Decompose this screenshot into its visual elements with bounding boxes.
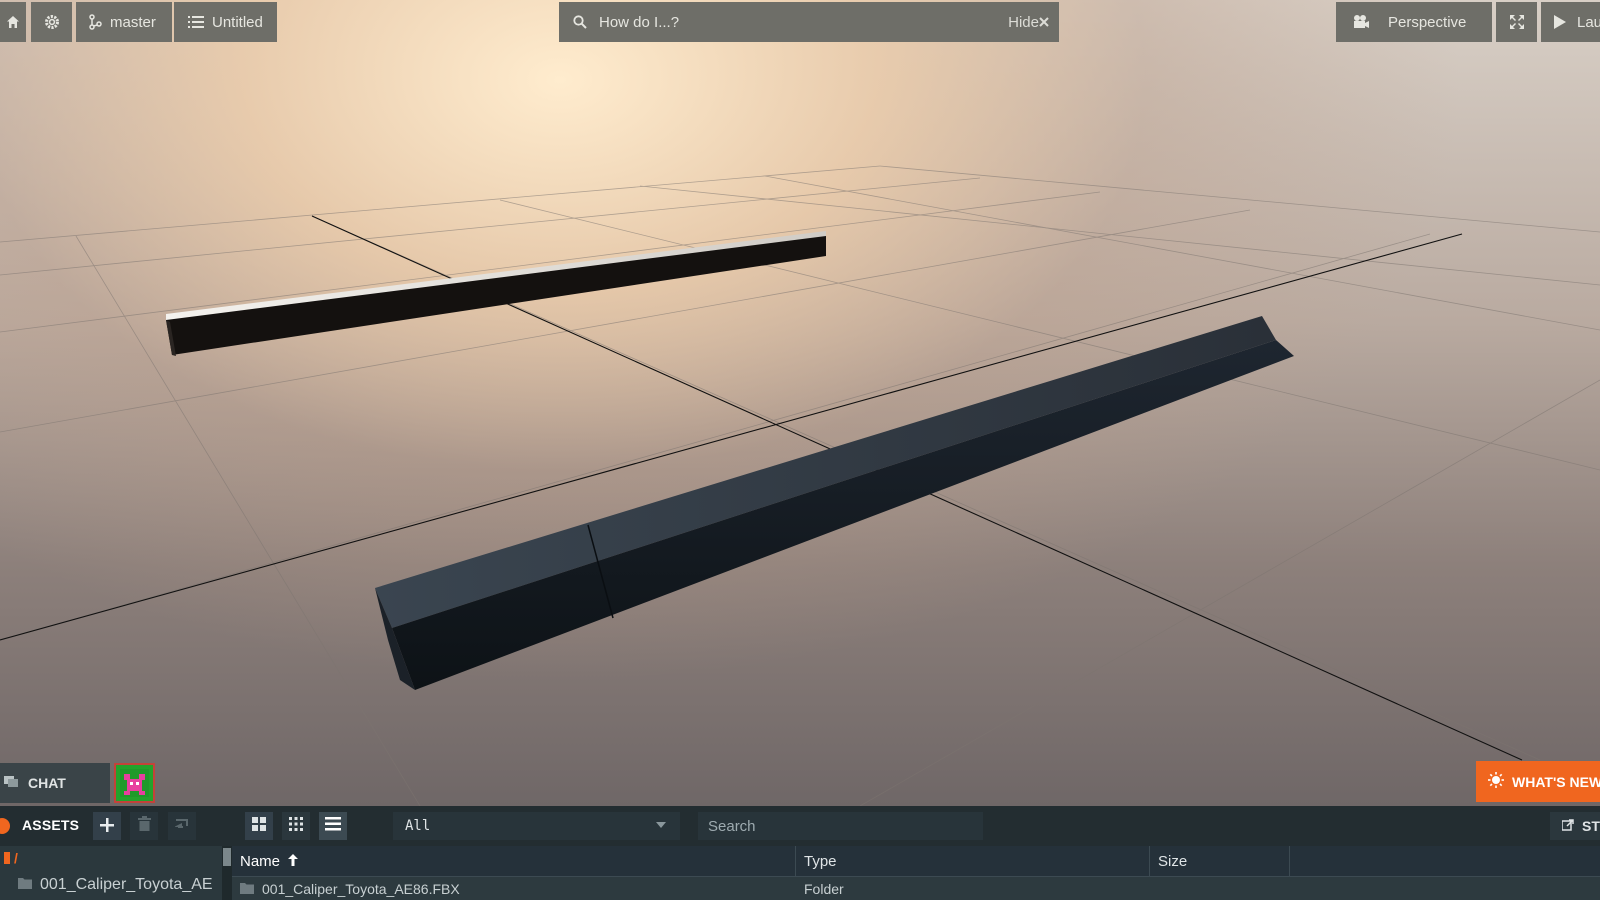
play-icon — [1553, 14, 1567, 30]
close-icon — [1039, 17, 1049, 27]
plus-icon — [100, 815, 114, 838]
home-icon — [6, 15, 20, 29]
column-header-size[interactable]: Size — [1150, 846, 1290, 876]
chat-icon — [4, 775, 18, 792]
assets-panel: ASSETS All Search ST / 001_Caliper_Toyot… — [0, 806, 1600, 900]
column-size-label: Size — [1158, 852, 1188, 870]
view-grid-large-button[interactable] — [245, 812, 273, 840]
folder-icon — [240, 881, 254, 897]
tree-item[interactable]: 001_Caliper_Toyota_AE — [18, 876, 213, 894]
list-icon — [188, 15, 204, 29]
asset-type-filter[interactable]: All — [393, 812, 680, 840]
hide-label: Hide — [1008, 13, 1039, 31]
column-header-type[interactable]: Type — [796, 846, 1150, 876]
tree-root[interactable]: / — [14, 850, 18, 866]
branch-button[interactable]: master — [76, 2, 172, 42]
branch-icon — [88, 14, 102, 30]
list-view-icon — [325, 816, 341, 836]
assets-toolbar: ASSETS All Search ST — [0, 806, 1600, 846]
far-rail — [166, 231, 826, 356]
tree-root-marker — [4, 852, 10, 864]
table-header: Name Type Size — [232, 846, 1600, 877]
tree-scroll-thumb[interactable] — [223, 848, 231, 866]
fullscreen-button[interactable] — [1496, 2, 1537, 42]
settings-button[interactable] — [31, 2, 72, 42]
grid-large-icon — [252, 816, 266, 836]
move-asset-button[interactable] — [168, 812, 196, 840]
column-name-label: Name — [240, 852, 281, 870]
hide-help-button[interactable]: Hide — [1008, 14, 1049, 31]
camera-button[interactable]: Perspective — [1336, 2, 1492, 42]
scene-button[interactable]: Untitled — [174, 2, 277, 42]
launch-button[interactable]: Lau — [1541, 2, 1600, 42]
chat-label: CHAT — [28, 775, 66, 791]
row-type: Folder — [804, 881, 844, 897]
column-type-label: Type — [804, 852, 837, 870]
store-button[interactable]: ST — [1550, 812, 1600, 840]
fullscreen-icon — [1509, 14, 1525, 30]
add-asset-button[interactable] — [93, 812, 121, 840]
arrow-up-icon — [288, 853, 299, 870]
tree-scrollbar[interactable] — [222, 846, 232, 900]
store-icon — [1561, 818, 1574, 834]
trash-icon — [137, 816, 151, 836]
asset-search-input[interactable] — [698, 812, 983, 840]
folder-icon — [18, 876, 32, 894]
help-search-input[interactable]: How do I...? — [599, 14, 1008, 31]
camera-icon — [1352, 14, 1370, 30]
delete-asset-button[interactable] — [130, 812, 158, 840]
gear-icon — [43, 13, 61, 31]
collapse-assets-icon[interactable] — [0, 818, 10, 834]
chat-button[interactable]: CHAT — [0, 763, 110, 803]
grid-small-icon — [289, 816, 303, 836]
asset-tree: / 001_Caliper_Toyota_AE — [0, 846, 222, 900]
chevron-down-icon — [656, 822, 666, 828]
viewport-3d[interactable] — [0, 0, 1600, 806]
camera-label: Perspective — [1388, 13, 1467, 31]
launch-label: Lau — [1577, 13, 1600, 31]
view-grid-small-button[interactable] — [282, 812, 310, 840]
whats-new-label: WHAT'S NEW — [1512, 773, 1600, 790]
assets-title: ASSETS — [22, 817, 80, 833]
tree-item-label: 001_Caliper_Toyota_AE — [40, 876, 213, 893]
move-icon — [173, 817, 190, 835]
near-rail — [375, 316, 1294, 690]
store-label: ST — [1582, 818, 1600, 834]
help-search[interactable]: How do I...? Hide — [559, 2, 1059, 42]
row-name: 001_Caliper_Toyota_AE86.FBX — [240, 881, 460, 897]
lightbulb-icon — [1488, 772, 1504, 791]
search-icon — [573, 15, 587, 29]
filter-value: All — [405, 818, 431, 834]
column-header-name[interactable]: Name — [232, 846, 796, 876]
table-row[interactable]: 001_Caliper_Toyota_AE86.FBX Folder — [232, 877, 1600, 900]
scene-label: Untitled — [212, 13, 263, 31]
whats-new-button[interactable]: WHAT'S NEW — [1476, 761, 1600, 802]
asset-table: Name Type Size 001_Caliper_Toyota_AE86.F… — [232, 846, 1600, 900]
view-list-button[interactable] — [319, 812, 347, 840]
home-button[interactable] — [0, 2, 26, 42]
row-name-label: 001_Caliper_Toyota_AE86.FBX — [262, 881, 460, 897]
branch-label: master — [110, 13, 156, 31]
avatar[interactable] — [114, 763, 155, 803]
viewport-scene — [0, 165, 1600, 806]
